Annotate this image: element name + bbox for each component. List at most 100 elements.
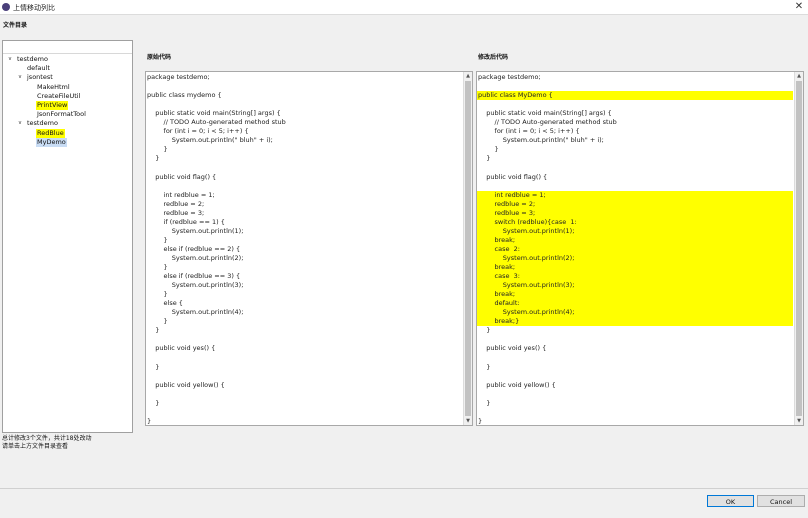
code-line: System.out.println(1); [147,226,244,235]
title-bar: 上情移动列比 ✕ [0,0,808,15]
summary-line: 总计修改3个文件，共计18处改动 [2,435,92,442]
tree-item[interactable]: default [3,64,132,73]
tree-list: v testdemo default v jsontest MakeHtml CreateF… [3,54,132,147]
changed-code-line: default: [477,299,793,309]
file-tree[interactable]: v testdemo default v jsontest MakeHtml CreateF… [2,40,133,433]
code-line: System.out.println(2); [147,253,244,262]
footer-divider [0,488,808,489]
code-line: public void yes() { [478,344,547,353]
original-scrollbar[interactable]: ▲ ▼ [463,72,472,425]
code-line: } [147,235,168,244]
modified-scrollbar[interactable]: ▲ ▼ [794,72,803,425]
changed-code-line: redblue = 2; [477,199,793,209]
code-line: for (int i = 0; i < 5; i++) { [147,127,249,136]
scroll-thumb[interactable] [465,81,471,416]
tree-item[interactable]: PrintView [3,100,132,111]
tree-item[interactable]: v testdemo [3,55,132,64]
tree-item-label: PrintView [36,100,69,111]
expand-chevron-icon[interactable]: v [16,73,24,82]
code-line: System.out.println(" bluh" + i); [147,136,273,145]
scroll-thumb[interactable] [796,81,802,416]
scroll-up-icon[interactable]: ▲ [464,72,472,80]
modified-code-pane[interactable]: package testdemo; public class MyDemo { p… [476,71,804,426]
code-line: System.out.println(3); [147,281,244,290]
changed-code-line: break; [477,290,793,300]
code-line: } [478,145,499,154]
scroll-down-icon[interactable]: ▼ [795,417,803,425]
code-line: } [147,290,168,299]
tree-item[interactable]: CreateFileUtil [3,92,132,101]
tree-item-label: CreateFileUtil [37,91,81,100]
changed-code-line: System.out.println(2); [477,253,793,263]
tree-item[interactable]: v jsontest [3,73,132,82]
file-directory-label: 文件目录 [3,22,28,29]
code-line: public void flag() { [147,172,217,181]
code-line: } [478,154,491,163]
changed-code-line: System.out.println(1); [477,226,793,236]
code-line: else { [147,299,183,308]
tree-item[interactable]: JsonFormatTool [3,110,132,119]
code-line: else if (redblue == 2) { [147,244,241,253]
code-line: } [478,398,491,407]
tree-item[interactable]: MakeHtml [3,83,132,92]
code-line: public static void main(String[] args) { [147,109,281,118]
changed-code-line: case 2: [477,244,793,254]
code-line: package testdemo; [478,73,541,81]
tree-item[interactable]: v testdemo [3,119,132,128]
scroll-down-icon[interactable]: ▼ [464,417,472,425]
modified-code-lines: package testdemo; public class MyDemo { p… [477,73,793,425]
code-line: } [147,262,168,271]
changed-code-line: int redblue = 1; [477,190,793,200]
modified-code-label: 修改后代码 [478,54,509,61]
code-line: else if (redblue == 3) { [147,272,241,281]
close-icon[interactable]: ✕ [793,1,805,13]
code-line: } [147,398,160,407]
original-code-label: 原始代码 [147,54,172,61]
code-line: public class mydemo { [147,91,222,100]
tree-item-label: jsontest [27,73,53,82]
ok-button[interactable]: OK [707,495,754,507]
original-code-lines: package testdemo; public class mydemo { p… [146,73,462,425]
code-line: public void yes() { [147,344,216,353]
original-code-pane[interactable]: package testdemo; public class mydemo { p… [145,71,473,426]
code-line: redblue = 3; [147,208,205,217]
cancel-button[interactable]: Cancel [757,495,805,507]
code-line: public void yellow() { [147,380,225,389]
changed-code-line: System.out.println(3); [477,281,793,291]
changed-code-line: System.out.println(4); [477,308,793,318]
changed-code-line: break; [477,262,793,273]
tree-item-label: MyDemo [36,137,67,147]
hint-line: 请单击上方文件目录查看 [2,443,69,450]
tree-item-label: RedBlue [36,128,65,138]
code-line: public static void main(String[] args) { [478,109,612,118]
summary-notes: 总计修改3个文件，共计18处改动 请单击上方文件目录查看 [2,435,91,451]
tree-item[interactable]: MyDemo [3,137,132,147]
code-line: if (redblue == 1) { [147,217,225,226]
expand-chevron-icon[interactable]: v [16,119,24,128]
code-line: System.out.println(4); [147,308,244,317]
code-line: } [147,145,168,154]
changed-code-line: break;} [477,317,793,327]
code-line: } [147,326,160,335]
code-line: public void yellow() { [478,380,556,389]
code-line: package testdemo; [147,73,210,81]
changed-code-line: break; [477,235,793,245]
code-line: public void flag() { [478,172,548,181]
tree-item[interactable]: RedBlue [3,128,132,138]
expand-chevron-icon[interactable]: v [6,55,14,64]
code-line: } [478,416,483,425]
code-line: } [147,416,152,425]
scroll-up-icon[interactable]: ▲ [795,72,803,80]
